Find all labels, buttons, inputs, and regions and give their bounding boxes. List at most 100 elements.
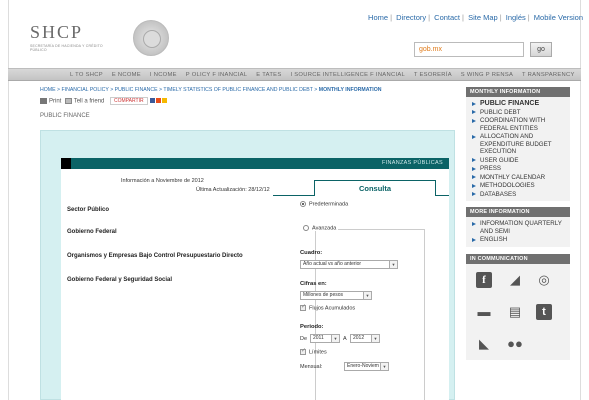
logo-text: SHCP xyxy=(30,22,84,42)
sidebar-more-list: INFORMATION QUARTERLY AND SEMI ENGLISH xyxy=(466,217,570,247)
sidebar-item-calendar[interactable]: MONTHLY CALENDAR xyxy=(472,174,570,182)
nav-item[interactable]: L TO SHCP xyxy=(70,72,103,78)
chevron-down-icon: ▼ xyxy=(380,363,388,370)
sidebar-item-public-debt[interactable]: PUBLIC DEBT xyxy=(472,109,570,117)
toplink-directory[interactable]: Directory xyxy=(396,13,426,22)
section-label: PUBLIC FINANCE xyxy=(40,113,90,119)
nav-item[interactable]: P OLICY F INANCIAL xyxy=(186,72,248,78)
chevron-down-icon: ▼ xyxy=(331,335,339,342)
radio-predeterminada-label: Predeterminada xyxy=(309,201,349,208)
panel-title: FINANZAS PÚBLICAS xyxy=(381,160,443,166)
mensual-select[interactable]: Enero-Noviem ▼ xyxy=(344,362,389,371)
row-gobierno-federal[interactable]: Gobierno Federal xyxy=(67,229,117,235)
cuadro-select[interactable]: Año actual vs año anterior ▼ xyxy=(300,260,398,269)
chat-icon[interactable]: ●● xyxy=(507,336,523,352)
a-year-select[interactable]: 2012 ▼ xyxy=(350,334,380,343)
announcement-icon[interactable]: ◣ xyxy=(476,336,492,352)
de-label: De xyxy=(300,336,308,342)
a-year-value: 2012 xyxy=(353,335,365,341)
panel-header: FINANZAS PÚBLICAS xyxy=(61,158,449,169)
flujos-label: Flujos Acumulados xyxy=(309,305,356,312)
cifras-select[interactable]: Millones de pesos ▼ xyxy=(300,291,372,300)
row-gobierno-seguridad[interactable]: Gobierno Federal y Seguridad Social xyxy=(67,277,172,283)
limites-label: Límites xyxy=(309,349,327,356)
radio-dot xyxy=(303,225,309,231)
info-updated: Última Actualización: 28/12/12 xyxy=(196,187,270,193)
mail-icon[interactable] xyxy=(64,98,72,104)
megaphone-icon[interactable]: ◢ xyxy=(507,272,523,288)
top-links: Home | Directory | Contact | Site Map | Ingl… xyxy=(368,13,583,22)
sidebar: MONTHLY INFORMATION PUBLIC FINANCE PUBLI… xyxy=(466,87,570,360)
chevron-down-icon: ▼ xyxy=(363,292,371,299)
sidebar-item-user-guide[interactable]: USER GUIDE xyxy=(472,157,570,165)
twitter-icon[interactable]: t xyxy=(536,303,552,320)
shcp-logo[interactable]: SHCP SECRETARÍA DE HACIENDA Y CRÉDITO PÚ… xyxy=(30,22,110,52)
logo-subtext: SECRETARÍA DE HACIENDA Y CRÉDITO PÚBLICO xyxy=(30,44,103,52)
search-button[interactable]: go xyxy=(530,42,552,57)
de-year-value: 2011 xyxy=(313,335,324,341)
flujos-checkbox[interactable]: Flujos Acumulados xyxy=(300,303,356,312)
sidebar-item-quarterly[interactable]: INFORMATION QUARTERLY AND SEMI xyxy=(472,220,570,235)
chevron-down-icon: ▼ xyxy=(371,335,379,342)
nav-item[interactable]: E TATES xyxy=(256,72,281,78)
share-bar: Print Tell a friend COMPARTIR xyxy=(40,97,168,107)
toplink-home[interactable]: Home xyxy=(368,13,388,22)
info-date: Información a Noviembre de 2012 xyxy=(121,178,204,184)
chevron-down-icon: ▼ xyxy=(389,261,397,268)
radio-avanzada[interactable]: Avanzada xyxy=(301,225,339,232)
limites-checkbox[interactable]: Límites xyxy=(300,347,327,356)
sidebar-monthly-list: PUBLIC FINANCE PUBLIC DEBT COORDINATION … xyxy=(466,97,570,201)
row-organismos[interactable]: Organismos y Empresas Bajo Control Presu… xyxy=(67,253,243,259)
radio-avanzada-label: Avanzada xyxy=(312,225,337,232)
row-sector-publico[interactable]: Sector Público xyxy=(67,207,109,213)
rss-icon[interactable]: ▬ xyxy=(476,304,492,320)
document-icon[interactable]: ▤ xyxy=(507,304,523,320)
cifras-value: Millones de pesos xyxy=(303,292,344,298)
nav-item[interactable]: I SOURCE INTELLIGENCE F INANCIAL xyxy=(290,72,405,78)
toplink-sitemap[interactable]: Site Map xyxy=(468,13,498,22)
toplink-ingles[interactable]: Inglés xyxy=(506,13,526,22)
sidebar-item-public-finance[interactable]: PUBLIC FINANCE xyxy=(472,100,570,108)
nav-item[interactable]: I NCOME xyxy=(150,72,177,78)
sidebar-item-methodologies[interactable]: METHODOLOGIES xyxy=(472,182,570,190)
radio-predeterminada[interactable]: Predeterminada xyxy=(300,201,348,207)
nav-item[interactable]: S WING P RENSA xyxy=(461,72,513,78)
social-share-icons[interactable] xyxy=(149,97,168,105)
facebook-icon[interactable]: f xyxy=(476,271,492,288)
finanzas-panel: FINANZAS PÚBLICAS Información a Noviembr… xyxy=(40,130,455,400)
sidebar-item-english[interactable]: ENGLISH xyxy=(472,236,570,244)
podcast-icon[interactable]: ◎ xyxy=(536,272,552,288)
periodo-label: Periodo: xyxy=(300,324,324,330)
a-label: A xyxy=(343,336,347,342)
cifras-label: Cifras en: xyxy=(300,281,327,287)
compartir-button[interactable]: COMPARTIR xyxy=(110,97,148,105)
compartir-label: COMPARTIR xyxy=(114,98,144,104)
print-icon[interactable] xyxy=(40,98,47,104)
national-seal-icon xyxy=(133,20,169,56)
sidebar-item-press[interactable]: PRESS xyxy=(472,165,570,173)
avanzada-fieldset xyxy=(315,229,425,400)
sidebar-item-allocation[interactable]: ALLOCATION AND EXPENDITURE BUDGET EXECUT… xyxy=(472,133,570,156)
mensual-value: Enero-Noviem xyxy=(347,363,379,369)
panel-content: Información a Noviembre de 2012 Última A… xyxy=(61,169,449,400)
nav-item[interactable]: T RANSPARENCY xyxy=(522,72,575,78)
tab-consulta[interactable]: Consulta xyxy=(314,180,436,196)
main-nav: L TO SHCP E NCOME I NCOME P OLICY F INAN… xyxy=(8,68,581,81)
print-link[interactable]: Print xyxy=(49,99,61,105)
checkbox-box xyxy=(300,303,306,311)
de-year-select[interactable]: 2011 ▼ xyxy=(310,334,340,343)
tell-friend-link[interactable]: Tell a friend xyxy=(74,99,105,105)
nav-item[interactable]: T ESORERÍA xyxy=(414,72,452,78)
breadcrumb-path[interactable]: HOME > FINANCIAL POLICY > PUBLIC FINANCE… xyxy=(40,87,319,93)
communication-icons: f ◢ ◎ ▬ ▤ t ◣ ●● xyxy=(466,263,570,360)
cuadro-label: Cuadro: xyxy=(300,250,323,256)
nav-item[interactable]: E NCOME xyxy=(112,72,141,78)
search-input[interactable]: gob.mx xyxy=(414,42,524,57)
breadcrumb: HOME > FINANCIAL POLICY > PUBLIC FINANCE… xyxy=(40,87,381,93)
breadcrumb-current: MONTHLY INFORMATION xyxy=(318,87,382,93)
sidebar-item-databases[interactable]: DATABASES xyxy=(472,191,570,199)
toplink-mobile[interactable]: Mobile Version xyxy=(534,13,583,22)
toplink-contact[interactable]: Contact xyxy=(434,13,460,22)
sidebar-item-coordination[interactable]: COORDINATION WITH FEDERAL ENTITIES xyxy=(472,117,570,132)
panel-header-block xyxy=(61,158,71,169)
